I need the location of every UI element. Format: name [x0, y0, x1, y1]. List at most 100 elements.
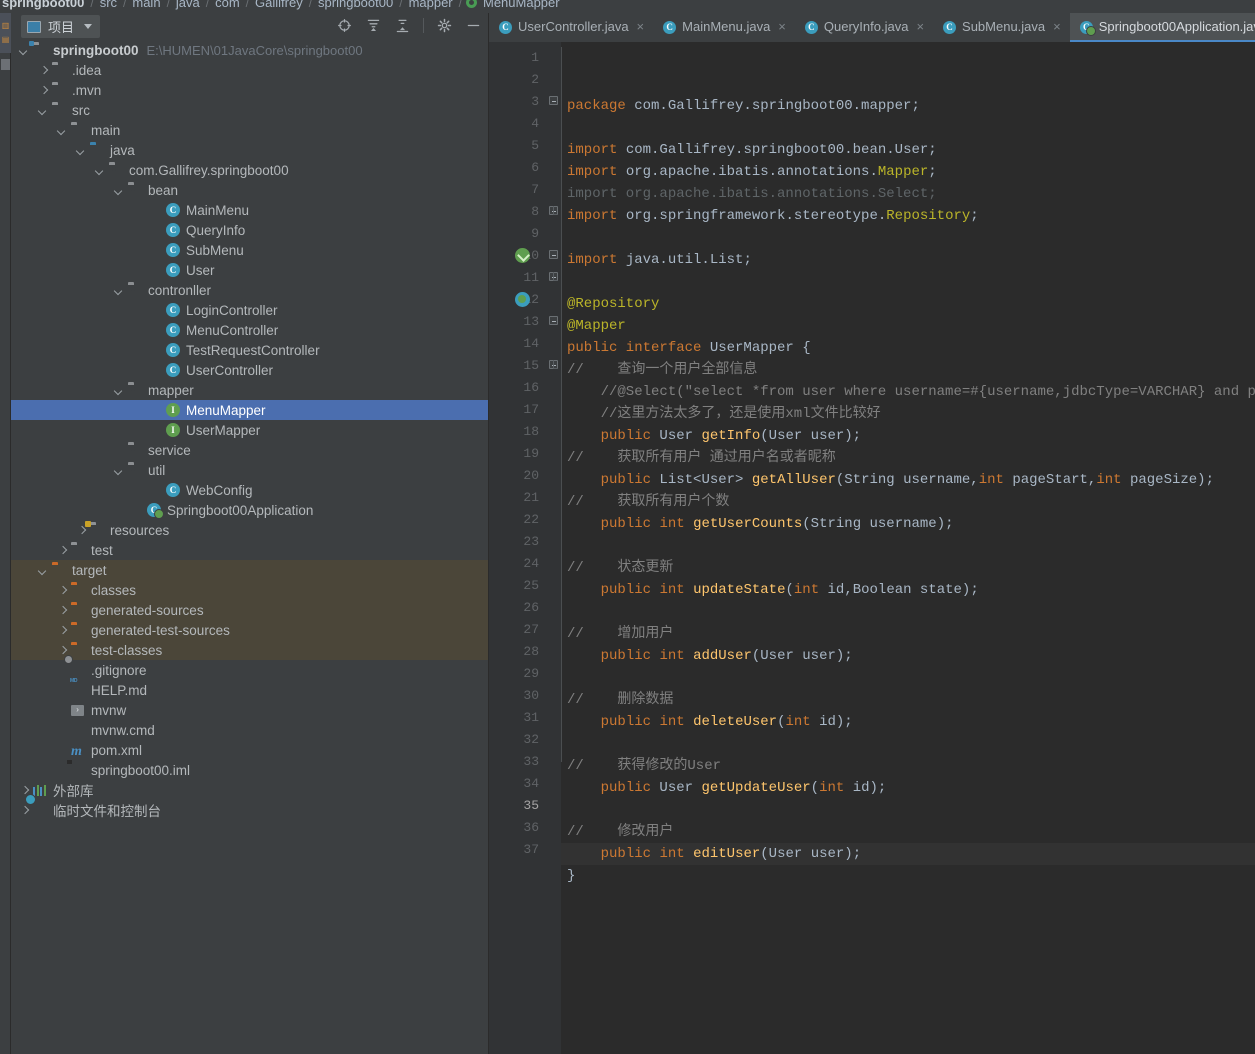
- breadcrumb-item[interactable]: mapper: [407, 0, 455, 10]
- code-folding-column[interactable]: [547, 42, 561, 1054]
- tree-node[interactable]: C TestRequestController: [11, 340, 488, 360]
- close-icon[interactable]: ×: [778, 19, 786, 34]
- editor-tab[interactable]: C UserController.java ×: [489, 13, 653, 42]
- code-line[interactable]: public int getUserCounts(String username…: [561, 513, 1255, 535]
- close-icon[interactable]: ×: [916, 19, 924, 34]
- tree-node[interactable]: .idea: [11, 60, 488, 80]
- line-number-gutter[interactable]: 1 2 3 4 5 6 7 8 9 10 11 12 13 14 15 16 17 18 19 20 21 22 23 24 2…: [489, 42, 547, 1054]
- tree-toggle-down-icon[interactable]: [114, 285, 125, 296]
- tree-node[interactable]: › mvnw: [11, 700, 488, 720]
- gear-icon[interactable]: [436, 17, 453, 34]
- code-line[interactable]: // 获取所有用户个数: [561, 491, 1255, 513]
- structure-tool-icon[interactable]: ▤: [1, 33, 10, 45]
- tree-toggle-down-icon[interactable]: [114, 465, 125, 476]
- expand-all-icon[interactable]: [365, 17, 382, 34]
- code-line[interactable]: public int editUser(User user);: [561, 843, 1255, 865]
- breadcrumb-item[interactable]: main: [130, 0, 162, 10]
- tree-node[interactable]: generated-sources: [11, 600, 488, 620]
- tree-toggle-down-icon[interactable]: [19, 45, 30, 56]
- code-line[interactable]: import org.apache.ibatis.annotations.Sel…: [561, 183, 1255, 205]
- code-line[interactable]: [561, 227, 1255, 249]
- close-icon[interactable]: ×: [637, 19, 645, 34]
- tree-node[interactable]: I UserMapper: [11, 420, 488, 440]
- tree-node[interactable]: contronller: [11, 280, 488, 300]
- tree-node[interactable]: classes: [11, 580, 488, 600]
- breadcrumb-item[interactable]: Gallifrey: [253, 0, 305, 10]
- code-line[interactable]: //这里方法太多了，还是使用xml文件比较好: [561, 403, 1255, 425]
- tree-toggle-right-icon[interactable]: [57, 545, 68, 556]
- code-line[interactable]: // 查询一个用户全部信息: [561, 359, 1255, 381]
- code-line[interactable]: import com.Gallifrey.springboot00.bean.U…: [561, 139, 1255, 161]
- tree-node[interactable]: java: [11, 140, 488, 160]
- tree-node[interactable]: C MainMenu: [11, 200, 488, 220]
- code-line[interactable]: // 获取所有用户 通过用户名或者昵称: [561, 447, 1255, 469]
- tree-toggle-down-icon[interactable]: [95, 165, 106, 176]
- tree-toggle-down-icon[interactable]: [76, 145, 87, 156]
- tree-node[interactable]: I MenuMapper: [11, 400, 488, 420]
- tree-node[interactable]: util: [11, 460, 488, 480]
- code-line[interactable]: public User getInfo(User user);: [561, 425, 1255, 447]
- tree-node[interactable]: .gitignore: [11, 660, 488, 680]
- tree-toggle-right-icon[interactable]: [57, 585, 68, 596]
- code-line[interactable]: // 增加用户: [561, 623, 1255, 645]
- collapse-all-icon[interactable]: [394, 17, 411, 34]
- tree-node[interactable]: com.Gallifrey.springboot00: [11, 160, 488, 180]
- code-line[interactable]: package com.Gallifrey.springboot00.mappe…: [561, 95, 1255, 117]
- code-line[interactable]: public User getUpdateUser(int id);: [561, 777, 1255, 799]
- code-line[interactable]: import java.util.List;: [561, 249, 1255, 271]
- code-line[interactable]: [561, 535, 1255, 557]
- tree-node[interactable]: springboot00 E:\HUMEN\01JavaCore\springbo…: [11, 40, 488, 60]
- project-tool-icon[interactable]: ▥: [1, 19, 10, 31]
- close-icon[interactable]: ×: [1053, 19, 1061, 34]
- tree-node[interactable]: main: [11, 120, 488, 140]
- code-line[interactable]: [561, 799, 1255, 821]
- tree-node[interactable]: test-classes: [11, 640, 488, 660]
- tree-node[interactable]: C UserController: [11, 360, 488, 380]
- tree-node[interactable]: C LoginController: [11, 300, 488, 320]
- editor-tab[interactable]: C MainMenu.java ×: [653, 13, 795, 42]
- tree-node[interactable]: C WebConfig: [11, 480, 488, 500]
- code-line[interactable]: public int addUser(User user);: [561, 645, 1255, 667]
- chevron-down-icon[interactable]: [84, 24, 93, 29]
- tree-node[interactable]: C SubMenu: [11, 240, 488, 260]
- fold-toggle-icon[interactable]: [549, 316, 558, 325]
- tree-toggle-down-icon[interactable]: [114, 385, 125, 396]
- fold-toggle-icon[interactable]: [549, 96, 558, 105]
- breadcrumb-item[interactable]: MenuMapper: [481, 0, 562, 10]
- breadcrumb-item[interactable]: springboot00: [0, 0, 86, 10]
- tree-toggle-right-icon[interactable]: [57, 645, 68, 656]
- code-line[interactable]: //@Select("select *from user where usern…: [561, 381, 1255, 403]
- code-line[interactable]: @Repository: [561, 293, 1255, 315]
- code-line[interactable]: // 修改用户: [561, 821, 1255, 843]
- tree-node[interactable]: 临时文件和控制台: [11, 800, 488, 820]
- tree-node[interactable]: C QueryInfo: [11, 220, 488, 240]
- tree-node[interactable]: 外部库: [11, 780, 488, 800]
- code-text[interactable]: package com.Gallifrey.springboot00.mappe…: [561, 42, 1255, 1054]
- tree-node[interactable]: test: [11, 540, 488, 560]
- editor-tab[interactable]: C Springboot00Application.java: [1069, 13, 1255, 42]
- breadcrumb-item[interactable]: java: [174, 0, 202, 10]
- tree-node[interactable]: m pom.xml: [11, 740, 488, 760]
- breadcrumb-item[interactable]: src: [98, 0, 119, 10]
- code-line[interactable]: [561, 117, 1255, 139]
- tree-node[interactable]: springboot00.iml: [11, 760, 488, 780]
- code-line[interactable]: public interface UserMapper {: [561, 337, 1255, 359]
- code-line[interactable]: [561, 271, 1255, 293]
- tree-node[interactable]: resources: [11, 520, 488, 540]
- code-line[interactable]: import org.apache.ibatis.annotations.Map…: [561, 161, 1255, 183]
- tree-toggle-right-icon[interactable]: [57, 625, 68, 636]
- tree-node[interactable]: service: [11, 440, 488, 460]
- code-line[interactable]: [561, 667, 1255, 689]
- tree-node[interactable]: C Springboot00Application: [11, 500, 488, 520]
- tree-node[interactable]: target: [11, 560, 488, 580]
- locate-icon[interactable]: [336, 17, 353, 34]
- tree-toggle-down-icon[interactable]: [57, 125, 68, 136]
- code-line[interactable]: [561, 601, 1255, 623]
- tree-node[interactable]: mapper: [11, 380, 488, 400]
- tree-toggle-right-icon[interactable]: [38, 65, 49, 76]
- tree-toggle-down-icon[interactable]: [114, 185, 125, 196]
- breadcrumb-item[interactable]: com: [213, 0, 242, 10]
- tree-node[interactable]: C MenuController: [11, 320, 488, 340]
- tree-toggle-right-icon[interactable]: [57, 605, 68, 616]
- editor-tab[interactable]: C QueryInfo.java ×: [795, 13, 933, 42]
